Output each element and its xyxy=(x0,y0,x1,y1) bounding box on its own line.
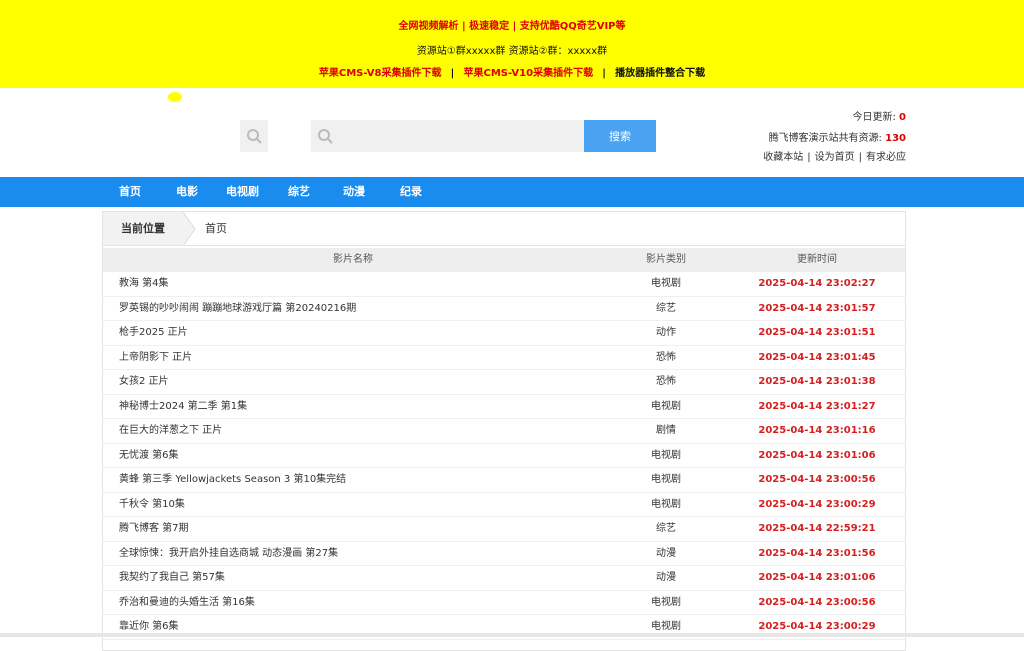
total-resources: 腾飞博客演示站共有资源: 130 xyxy=(606,132,906,146)
breadcrumb: 当前位置 首页 xyxy=(103,212,905,246)
update-list-panel: 当前位置 首页 影片名称 影片类别 更新时间 教海 第4集 电视剧 2025-04-… xyxy=(102,211,906,651)
movie-title-link[interactable]: 无忧渡 第6集 xyxy=(119,444,179,468)
decorative-dot xyxy=(168,92,182,102)
movie-category: 电视剧 xyxy=(651,278,681,289)
link-separator: | xyxy=(807,152,811,163)
movie-category: 电视剧 xyxy=(651,449,681,461)
nav-item-home[interactable]: 首页 xyxy=(119,177,141,207)
header-time: 更新时间 xyxy=(797,254,837,265)
movie-category: 电视剧 xyxy=(651,400,681,412)
top-banner: 全网视频解析 | 极速稳定 | 支持优酷QQ奇艺VIP等 资源站①群xxxxx群… xyxy=(0,0,1024,88)
update-time: 2025-04-14 23:00:56 xyxy=(758,596,876,608)
update-time: 2025-04-14 23:01:56 xyxy=(758,547,876,559)
request-link[interactable]: 有求必应 xyxy=(866,152,906,163)
movie-title-link[interactable]: 千秋令 第10集 xyxy=(119,493,185,517)
update-time: 2025-04-14 23:01:06 xyxy=(758,449,876,461)
set-homepage-link[interactable]: 设为首页 xyxy=(815,152,855,163)
table-header: 影片名称 影片类别 更新时间 xyxy=(103,248,905,272)
update-time: 2025-04-14 23:01:51 xyxy=(758,327,876,338)
table-row[interactable]: 乔治和曼迪的头婚生活 第16集 电视剧 2025-04-14 23:00:56 xyxy=(103,591,905,615)
banner-link-player[interactable]: 播放器插件整合下载 xyxy=(615,68,705,79)
movie-title-link[interactable]: 女孩2 正片 xyxy=(119,370,169,394)
movie-title-link[interactable]: 教海 第4集 xyxy=(119,272,169,296)
movie-title-link[interactable]: 乔治和曼迪的头婚生活 第16集 xyxy=(119,591,255,615)
today-updates-label: 今日更新: xyxy=(852,112,896,123)
update-time: 2025-04-14 22:59:21 xyxy=(758,523,876,534)
update-time: 2025-04-14 23:01:45 xyxy=(758,351,876,363)
movie-title-link[interactable]: 在巨大的洋葱之下 正片 xyxy=(119,419,222,443)
table-row[interactable]: 黄蜂 第三季 Yellowjackets Season 3 第10集完结 电视剧 2… xyxy=(103,468,905,493)
movie-category: 动作 xyxy=(656,327,676,338)
banner-slogan: 全网视频解析 | 极速稳定 | 支持优酷QQ奇艺VIP等 xyxy=(398,21,626,32)
update-time: 2025-04-14 23:01:57 xyxy=(758,302,876,314)
today-updates: 今日更新: 0 xyxy=(606,111,906,125)
movie-category: 动漫 xyxy=(656,572,676,583)
bookmark-link[interactable]: 收藏本站 xyxy=(763,152,803,163)
horizontal-scrollbar[interactable] xyxy=(0,633,1024,637)
site-links: 收藏本站 | 设为首页 | 有求必应 xyxy=(606,151,906,165)
movie-title-link[interactable]: 我契约了我自己 第57集 xyxy=(119,566,225,590)
movie-category: 剧情 xyxy=(656,425,676,436)
table-row[interactable]: 神秘博士2024 第二季 第1集 电视剧 2025-04-14 23:01:27 xyxy=(103,395,905,419)
movie-title-link[interactable]: 神秘博士2024 第二季 第1集 xyxy=(119,395,247,419)
movie-category: 恐怖 xyxy=(656,376,676,387)
table-row[interactable]: 在巨大的洋葱之下 正片 剧情 2025-04-14 23:01:16 xyxy=(103,419,905,444)
header-title: 影片名称 xyxy=(333,254,373,265)
link-separator: | xyxy=(858,152,862,163)
table-row[interactable]: 千秋令 第10集 电视剧 2025-04-14 23:00:29 xyxy=(103,493,905,517)
movie-title-link[interactable]: 全球惊悚：我开启外挂自选商城 动态漫画 第27集 xyxy=(119,542,338,566)
update-time: 2025-04-14 23:00:56 xyxy=(758,474,876,485)
movie-title-link[interactable]: 枪手2025 正片 xyxy=(119,321,188,345)
movie-title-link[interactable]: 黄蜂 第三季 Yellowjackets Season 3 第10集完结 xyxy=(119,468,346,492)
movie-category: 综艺 xyxy=(656,523,676,534)
table-row[interactable]: 无忧渡 第6集 电视剧 2025-04-14 23:01:06 xyxy=(103,444,905,468)
table-row[interactable]: 罗英锡的吵吵闹闹 蹦蹦地球游戏厅篇 第20240216期 综艺 2025-04-14… xyxy=(103,297,905,321)
main-nav: 首页 电影 电视剧 综艺 动漫 纪录 xyxy=(0,177,1024,207)
banner-links: 苹果CMS-V8采集插件下载 | 苹果CMS-V10采集插件下载 | 播放器插件… xyxy=(0,67,1024,81)
total-resources-count: 130 xyxy=(885,133,906,144)
update-time: 2025-04-14 23:02:27 xyxy=(758,278,876,289)
header-type: 影片类别 xyxy=(646,254,686,265)
banner-separator: | xyxy=(450,68,455,79)
table-row[interactable]: 枪手2025 正片 动作 2025-04-14 23:01:51 xyxy=(103,321,905,346)
table-body: 教海 第4集 电视剧 2025-04-14 23:02:27 罗英锡的吵吵闹闹 蹦蹦地… xyxy=(103,272,905,640)
movie-title-link[interactable]: 腾飞博客 第7期 xyxy=(119,517,189,541)
nav-item-variety[interactable]: 综艺 xyxy=(288,177,310,207)
movie-category: 恐怖 xyxy=(656,351,676,363)
table-row[interactable]: 上帝阴影下 正片 恐怖 2025-04-14 23:01:45 xyxy=(103,346,905,370)
update-time: 2025-04-14 23:00:29 xyxy=(758,498,876,510)
movie-category: 动漫 xyxy=(656,547,676,559)
breadcrumb-arrow-outline xyxy=(183,212,196,246)
nav-item-tv[interactable]: 电视剧 xyxy=(226,177,259,207)
update-time: 2025-04-14 23:01:06 xyxy=(758,572,876,583)
nav-item-movie[interactable]: 电影 xyxy=(176,177,198,207)
movie-title-link[interactable]: 上帝阴影下 正片 xyxy=(119,346,192,370)
table-row[interactable]: 女孩2 正片 恐怖 2025-04-14 23:01:38 xyxy=(103,370,905,395)
search-icon xyxy=(316,127,334,145)
search-input[interactable] xyxy=(311,120,585,152)
nav-item-anime[interactable]: 动漫 xyxy=(343,177,365,207)
banner-separator: | xyxy=(602,68,606,79)
update-time: 2025-04-14 23:01:16 xyxy=(758,425,876,436)
breadcrumb-label: 当前位置 xyxy=(103,212,183,245)
update-time: 2025-04-14 23:01:38 xyxy=(758,376,876,387)
movie-category: 综艺 xyxy=(656,302,676,314)
nav-item-documentary[interactable]: 纪录 xyxy=(400,177,422,207)
movie-category: 电视剧 xyxy=(651,474,681,485)
movie-category: 电视剧 xyxy=(651,596,681,608)
movie-category: 电视剧 xyxy=(651,498,681,510)
banner-groups: 资源站①群xxxxx群 资源站②群：xxxxx群 xyxy=(416,46,608,57)
search-icon[interactable] xyxy=(240,120,268,152)
movie-title-link[interactable]: 罗英锡的吵吵闹闹 蹦蹦地球游戏厅篇 第20240216期 xyxy=(119,297,356,321)
banner-link-v10[interactable]: 苹果CMS-V10采集插件下载 xyxy=(464,68,594,79)
today-updates-count: 0 xyxy=(899,112,906,123)
update-time: 2025-04-14 23:01:27 xyxy=(758,400,876,412)
breadcrumb-current[interactable]: 首页 xyxy=(205,212,227,245)
table-row[interactable]: 全球惊悚：我开启外挂自选商城 动态漫画 第27集 动漫 2025-04-14 23:… xyxy=(103,542,905,566)
banner-link-v8[interactable]: 苹果CMS-V8采集插件下载 xyxy=(319,68,442,79)
total-resources-label: 腾飞博客演示站共有资源: xyxy=(768,133,882,144)
table-row[interactable]: 我契约了我自己 第57集 动漫 2025-04-14 23:01:06 xyxy=(103,566,905,591)
table-row[interactable]: 教海 第4集 电视剧 2025-04-14 23:02:27 xyxy=(103,272,905,297)
table-row[interactable]: 腾飞博客 第7期 综艺 2025-04-14 22:59:21 xyxy=(103,517,905,542)
